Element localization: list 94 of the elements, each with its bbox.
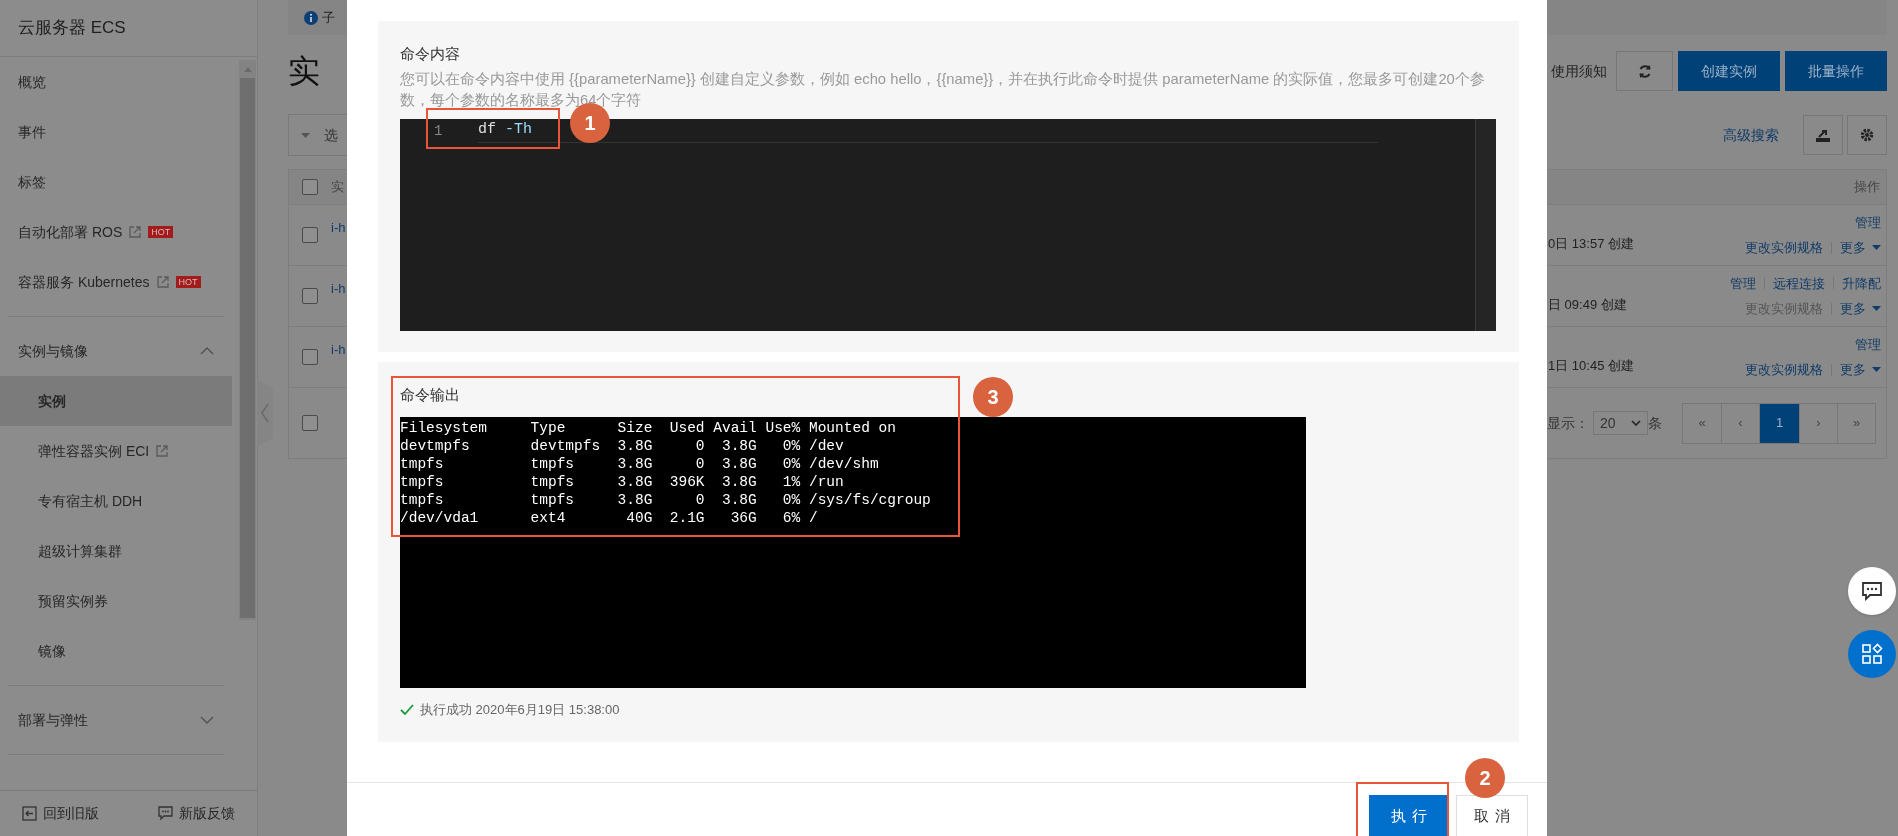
hot-badge: HOT	[148, 226, 174, 238]
page-size-label: 显示：	[1547, 413, 1589, 433]
page-title: 实	[288, 52, 320, 91]
toolbar-button[interactable]: 创建实例	[1678, 51, 1780, 91]
page-size-select[interactable]: 20	[1593, 411, 1648, 435]
checkbox[interactable]	[302, 179, 318, 195]
sidebar-item[interactable]: 镜像	[38, 640, 66, 662]
column-header: 操作	[1854, 178, 1881, 197]
sidebar-item[interactable]: 预留实例券	[38, 590, 108, 612]
status-text: 执行成功 2020年6月19日 15:38:00	[420, 701, 620, 719]
checkbox[interactable]	[302, 288, 318, 304]
instance-id-link[interactable]: i-h	[331, 342, 346, 357]
apps-button[interactable]	[1848, 630, 1896, 678]
chevron-down-icon	[1631, 420, 1641, 426]
scrollbar[interactable]	[239, 60, 256, 620]
column-header: 实	[331, 178, 345, 197]
page-button[interactable]: 1	[1759, 403, 1799, 443]
settings-button[interactable]	[1847, 115, 1887, 155]
code-token: df	[478, 120, 496, 141]
page-button[interactable]: «	[1683, 403, 1721, 443]
editor-scrollbar[interactable]	[1475, 119, 1496, 331]
settings-icon	[1860, 128, 1874, 142]
sidebar-item[interactable]: 事件	[18, 121, 46, 143]
page-size-unit: 条	[1648, 413, 1662, 433]
action-link[interactable]: 管理	[1730, 273, 1756, 293]
scroll-up-icon	[243, 66, 253, 73]
more-menu[interactable]: 更多	[1840, 299, 1881, 319]
output-line: Filesystem Type Size Used Avail Use% Mounted on	[400, 419, 897, 437]
advanced-search-link[interactable]: 高级搜索	[1723, 124, 1779, 146]
action-link[interactable]: 更改实例规格	[1745, 360, 1823, 380]
checkbox[interactable]	[302, 227, 318, 243]
output-line: /dev/vda1 ext4 40G 2.1G 36G 6% /	[400, 509, 819, 527]
callout-badge: 2	[1465, 758, 1505, 798]
sidebar-item[interactable]: 容器服务 Kubernetes	[18, 271, 150, 293]
group-header[interactable]: 实例与镜像	[18, 340, 88, 362]
instance-id-link[interactable]: i-h	[331, 220, 346, 235]
export-icon	[1816, 128, 1830, 142]
grid-icon	[1861, 643, 1883, 665]
created-time: 0日 13:57 创建	[1548, 236, 1634, 251]
footer-link[interactable]: 新版反馈	[179, 803, 235, 824]
output-line: tmpfs tmpfs 3.8G 0 3.8G 0% /dev/shm	[400, 455, 880, 473]
refresh-icon	[1637, 63, 1652, 79]
sidebar-item[interactable]: 弹性容器实例 ECI	[38, 440, 150, 462]
external-link-icon	[128, 225, 143, 239]
back-icon	[22, 806, 37, 821]
info-icon	[304, 10, 318, 25]
section-title: 命令内容	[400, 44, 460, 64]
action-link[interactable]: 更改实例规格	[1745, 238, 1823, 258]
created-time: 日 09:49 创建	[1548, 297, 1627, 312]
sidebar-item[interactable]: 超级计算集群	[38, 540, 122, 562]
chat-button[interactable]	[1848, 567, 1896, 615]
action-link[interactable]: 升降配	[1842, 273, 1881, 293]
chat-icon	[1861, 581, 1883, 601]
sidebar-item[interactable]: 自动化部署 ROS	[18, 221, 123, 243]
footer-link[interactable]: 回到旧版	[43, 803, 99, 824]
notice-link[interactable]: 使用须知	[1551, 60, 1607, 82]
run-button[interactable]: 执行	[1369, 795, 1449, 836]
output-line: tmpfs tmpfs 3.8G 0 3.8G 0% /sys/fs/cgroup	[400, 491, 932, 509]
app-title: 云服务器 ECS	[18, 17, 126, 40]
line-number: 1	[433, 121, 444, 141]
more-menu[interactable]: 更多	[1840, 360, 1881, 380]
cancel-button[interactable]: 取消	[1456, 795, 1528, 836]
section-title: 命令输出	[400, 385, 460, 405]
output-line: tmpfs tmpfs 3.8G 396K 3.8G 1% /run	[400, 473, 845, 491]
action-link[interactable]: 管理	[1855, 212, 1881, 232]
caret-icon	[301, 132, 310, 138]
output-line: devtmpfs devtmpfs 3.8G 0 3.8G 0% /dev	[400, 437, 845, 455]
toolbar-button[interactable]: 批量操作	[1785, 51, 1887, 91]
refresh-button[interactable]	[1616, 51, 1673, 91]
caret-icon	[1872, 245, 1881, 251]
sidebar-item[interactable]: 概览	[18, 71, 46, 93]
sidebar-item[interactable]: 专有宿主机 DDH	[38, 490, 143, 512]
action-link[interactable]: 远程连接	[1773, 273, 1825, 293]
page-button[interactable]: ›	[1799, 403, 1837, 443]
checkbox[interactable]	[302, 415, 318, 431]
sidebar-item[interactable]: 标签	[18, 171, 46, 193]
group-header[interactable]: 部署与弹性	[18, 709, 88, 731]
code-token: -Th	[505, 120, 533, 141]
action-link[interactable]: 管理	[1855, 334, 1881, 354]
sidebar-item[interactable]: 实例	[38, 390, 66, 412]
feedback-icon	[158, 806, 173, 821]
page-button[interactable]: »	[1837, 403, 1875, 443]
callout-badge: 3	[973, 377, 1013, 417]
checkbox[interactable]	[302, 349, 318, 365]
caret-icon	[1872, 367, 1881, 373]
notice-text: 子	[322, 8, 335, 27]
export-button[interactable]	[1803, 115, 1843, 155]
external-link-icon	[155, 444, 170, 458]
more-menu[interactable]: 更多	[1840, 238, 1881, 258]
created-time: 1日 10:45 创建	[1548, 358, 1634, 373]
instance-id-link[interactable]: i-h	[331, 281, 346, 296]
hot-badge: HOT	[175, 276, 201, 288]
caret-icon	[1872, 306, 1881, 312]
external-link-icon	[155, 275, 170, 289]
